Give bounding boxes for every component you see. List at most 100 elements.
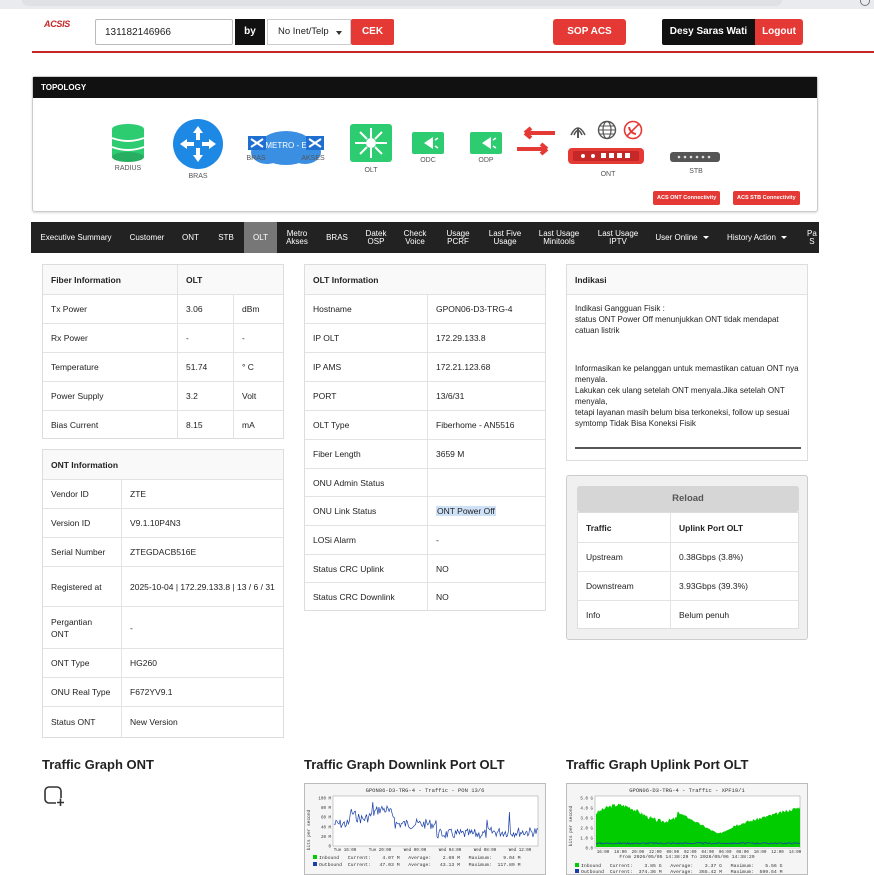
- traffic-panel: Reload Traffic Uplink Port OLT Upstream …: [566, 475, 808, 640]
- downlink-y-tick-label: 20 M: [321, 836, 332, 840]
- bras-router-icon[interactable]: [172, 118, 224, 170]
- tab-overflow[interactable]: Pa S: [797, 222, 819, 253]
- stb-label: STB: [689, 168, 703, 175]
- tab-check-voice[interactable]: Check Voice: [395, 222, 435, 253]
- row-value: 3659 M: [427, 440, 545, 468]
- row-value: Belum penuh: [670, 601, 798, 628]
- table-row: ONU Admin Status: [305, 469, 545, 497]
- table-row: Vendor ID ZTE: [43, 480, 283, 509]
- tab-metro-akses[interactable]: Metro Akses: [277, 222, 317, 253]
- tab-last-usage-minitools[interactable]: Last Usage Minitools: [529, 222, 589, 253]
- search-input[interactable]: [95, 19, 233, 45]
- header-divider: [32, 51, 874, 53]
- by-label: by: [235, 19, 265, 45]
- tab-olt[interactable]: OLT: [244, 222, 277, 253]
- metro-cloud-icon[interactable]: METRO - E: [245, 128, 327, 168]
- table-row: Bias Current 8.15 mA: [43, 411, 283, 439]
- tab-datek-osp[interactable]: Datek OSP: [357, 222, 395, 253]
- row-value: Fiberhome - AN5516: [427, 411, 545, 439]
- olt-switch-icon[interactable]: [349, 123, 393, 163]
- header-cell: Traffic: [586, 522, 612, 533]
- downlink-x-ticks: Tue 16:00 Tue 20:00 Wed 00:00 Wed 04:00 Wed …: [334, 848, 532, 853]
- tab-ont[interactable]: ONT: [173, 222, 208, 253]
- tab-customer[interactable]: Customer: [121, 222, 173, 253]
- outbound-legend-swatch: [313, 862, 317, 866]
- table-row: LOSi Alarm -: [305, 526, 545, 555]
- row-value: 172.29.133.8: [427, 324, 545, 352]
- add-graph-icon[interactable]: [43, 785, 65, 807]
- tab-stb[interactable]: STB: [208, 222, 244, 253]
- uplink-y-tick-label: 2.0 G: [580, 828, 593, 832]
- acs-ont-connectivity-button[interactable]: ACS ONT Connectivity: [653, 191, 721, 205]
- browser-chrome: [0, 0, 874, 9]
- app-logo[interactable]: ACSIS: [44, 19, 70, 29]
- table-header: OLT Information: [305, 265, 545, 295]
- row-value: 8.15: [177, 411, 233, 439]
- row-value: 3.2: [177, 382, 233, 410]
- table-row: Status CRC Uplink NO: [305, 555, 545, 583]
- ont-device-icon[interactable]: [567, 145, 645, 167]
- row-label: ONU Link Status: [313, 506, 377, 516]
- uplink-inbound-legend: Inbound Current: 3.85 G Average: 3.37 G …: [581, 863, 783, 869]
- globe-icon: [597, 120, 617, 140]
- radius-database-icon[interactable]: [111, 123, 145, 163]
- downlink-graph-title-text: GPON06-D3-TRG-4 - Traffic - PON 13/6: [366, 787, 485, 794]
- downlink-graph-svg: GPON06-D3-TRG-4 - Traffic - PON 13/6 bit…: [306, 787, 539, 868]
- cek-button[interactable]: CEK: [351, 19, 394, 45]
- row-label: ONU Admin Status: [313, 477, 385, 488]
- table-row: IP AMS 172.21.123.68: [305, 353, 545, 382]
- tab-user-online[interactable]: User Online: [647, 222, 717, 253]
- header-cell: Uplink Port OLT: [670, 513, 798, 542]
- row-value: HG260: [121, 649, 283, 677]
- browser-profile-icon[interactable]: [860, 0, 870, 6]
- tab-bras[interactable]: BRAS: [317, 222, 357, 253]
- row-value: V9.1.10P4N3: [121, 509, 283, 537]
- uplink-graph-svg: GPON06-D3-TRG-4 - Traffic - XPF19/1 bits…: [568, 787, 802, 875]
- table-row: PORT 13/6/31: [305, 382, 545, 411]
- indikasi-line: tetapi layanan masih belum bisa terkonek…: [575, 408, 790, 428]
- table-header: Indikasi: [567, 265, 807, 295]
- uplink-y-axis-label: bits per second: [568, 805, 574, 846]
- row-unit: -: [233, 324, 283, 352]
- reload-button[interactable]: Reload: [577, 486, 799, 512]
- downlink-x-tick-label: Wed 04:00: [439, 848, 462, 853]
- row-value: NO: [427, 555, 545, 582]
- downlink-x-tick-label: Wed 00:00: [404, 848, 427, 853]
- table-row: Pergantian ONT -: [43, 607, 283, 649]
- tab-last-usage-iptv[interactable]: Last Usage IPTV: [589, 222, 647, 253]
- row-unit: ° C: [233, 353, 283, 381]
- tab-history-action[interactable]: History Action: [717, 222, 797, 253]
- row-label: Temperature: [51, 362, 99, 372]
- search-type-select[interactable]: No Inet/Telp: [267, 19, 351, 45]
- caret-down-icon: [780, 236, 787, 239]
- uplink-y-tick-label: 5.0 G: [580, 798, 593, 802]
- table-row: Power Supply 3.2 Volt: [43, 382, 283, 411]
- row-label: IP OLT: [313, 333, 340, 343]
- indikasi-line: Lakukan cek ulang setelah ONT menyala.Ji…: [575, 386, 785, 406]
- tab-usage-pcrf[interactable]: Usage PCRF: [435, 222, 481, 253]
- tab-executive-summary[interactable]: Executive Summary: [31, 222, 121, 253]
- downlink-graph-image: GPON06-D3-TRG-4 - Traffic - PON 13/6 bit…: [304, 783, 546, 875]
- row-label: Registered at: [51, 581, 102, 592]
- topology-panel: TOPOLOGY RADIUS BRAS METRO - E BRAS AKSE…: [32, 76, 818, 212]
- olt-label: OLT: [364, 167, 378, 174]
- tab-last-five-usage[interactable]: Last Five Usage: [481, 222, 529, 253]
- row-value: GPON06-D3-TRG-4: [427, 295, 545, 323]
- logout-button[interactable]: Logout: [755, 19, 803, 45]
- browser-address-bar[interactable]: [22, 0, 782, 6]
- downlink-y-ticks: 100 M 80 M 60 M 40 M 20 M 0: [318, 798, 331, 850]
- row-value: -: [121, 607, 283, 648]
- sop-acs-button[interactable]: SOP ACS: [553, 19, 626, 45]
- downlink-x-tick-label: Tue 20:00: [369, 849, 392, 853]
- traffic-table: Traffic Uplink Port OLT Upstream 0.38Gbp…: [577, 512, 799, 629]
- downlink-x-tick-label: Wed 12:00: [509, 848, 532, 853]
- odc-splitter-icon[interactable]: [411, 131, 445, 155]
- table-row: Hostname GPON06-D3-TRG-4: [305, 295, 545, 324]
- onu-link-status-value: ONT Power Off: [436, 506, 496, 516]
- acs-stb-connectivity-button[interactable]: ACS STB Connectivity: [733, 191, 800, 205]
- row-label: Power Supply: [51, 391, 104, 401]
- header-cell: Fiber Information: [51, 274, 121, 285]
- odc-label: ODC: [420, 157, 436, 164]
- odp-splitter-icon[interactable]: [469, 131, 503, 155]
- stb-device-icon[interactable]: [669, 149, 721, 165]
